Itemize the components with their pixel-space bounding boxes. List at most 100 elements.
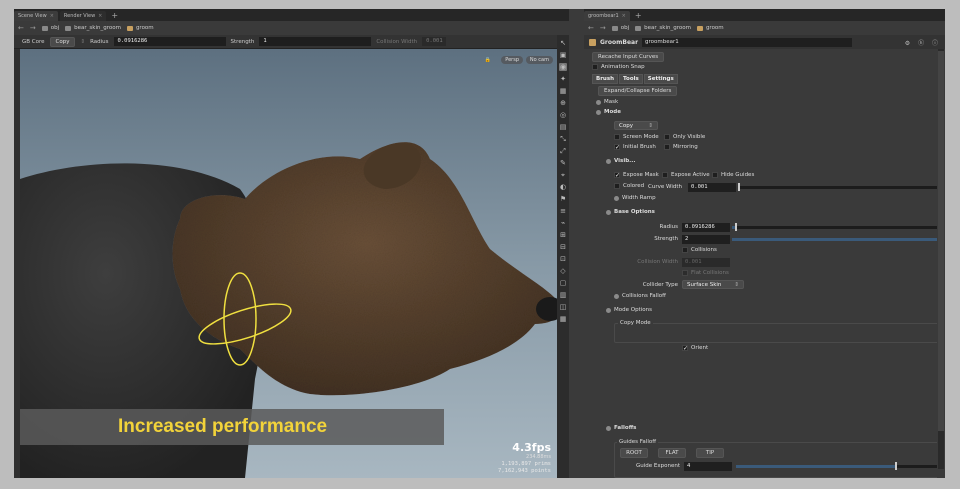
recache-button[interactable]: Recache Input Curves: [592, 52, 665, 62]
add-tab-icon[interactable]: +: [635, 11, 642, 21]
tool-icon[interactable]: ◇: [559, 267, 567, 275]
folder-toggle-icon[interactable]: [606, 307, 611, 313]
path-obj[interactable]: obj: [611, 25, 629, 31]
subtab-brush[interactable]: Brush: [592, 74, 619, 84]
radius-input[interactable]: 0.0916286: [113, 37, 226, 46]
folder-toggle-icon[interactable]: [614, 293, 619, 299]
parameter-scrollbar[interactable]: [938, 49, 944, 469]
tool-icon[interactable]: ⤢: [559, 147, 567, 155]
width-ramp-folder[interactable]: Width Ramp: [622, 195, 656, 201]
tab-scene-view[interactable]: Scene View ×: [14, 11, 58, 21]
animation-snap-checkbox[interactable]: [592, 64, 598, 70]
header-icons[interactable]: ⚙ ⓗ ⓘ: [905, 38, 941, 47]
close-icon[interactable]: ×: [98, 13, 102, 19]
add-tab-icon[interactable]: +: [111, 11, 118, 21]
slider-handle[interactable]: [894, 462, 897, 470]
3d-viewport[interactable]: 🔒 Persp No cam Increased performance 4.3…: [20, 49, 557, 478]
strength-slider[interactable]: [732, 238, 937, 241]
base-options-folder[interactable]: Base Options: [614, 209, 655, 215]
tool-icon[interactable]: ▢: [559, 279, 567, 287]
back-arrow-icon[interactable]: ←: [18, 24, 24, 32]
falloffs-folder[interactable]: Falloffs: [614, 425, 636, 431]
scrollbar-thumb[interactable]: [938, 51, 944, 431]
tool-icon[interactable]: ⌁: [559, 219, 567, 227]
radius-slider[interactable]: [732, 223, 937, 231]
tool-icon[interactable]: ⊟: [559, 243, 567, 251]
root-button[interactable]: ROOT: [620, 448, 648, 458]
slider-handle[interactable]: [735, 223, 738, 231]
subtab-tools[interactable]: Tools: [619, 74, 643, 84]
folder-toggle-icon[interactable]: [614, 195, 619, 201]
lock-icon[interactable]: ▣: [559, 51, 567, 59]
dropdown-icon[interactable]: ⇕: [80, 39, 85, 45]
collision-width-input[interactable]: 0.001: [682, 258, 730, 267]
select-icon[interactable]: ↖: [559, 39, 567, 47]
guide-exponent-slider[interactable]: [736, 462, 937, 470]
subtab-settings[interactable]: Settings: [643, 74, 678, 84]
collisions-checkbox[interactable]: [682, 247, 688, 253]
copy-mode-dropdown[interactable]: Copy ⇕: [614, 121, 658, 130]
screen-mode-checkbox[interactable]: [614, 134, 620, 140]
persp-menu[interactable]: Persp: [501, 56, 523, 64]
slider-handle[interactable]: [738, 183, 740, 191]
snap-icon[interactable]: ⊕: [559, 99, 567, 107]
path-groom[interactable]: groom: [696, 25, 724, 31]
visib-folder[interactable]: Visib...: [614, 158, 635, 164]
hide-guides-checkbox[interactable]: [712, 172, 718, 178]
tab-render-view[interactable]: Render View ×: [59, 11, 107, 21]
path-groom[interactable]: groom: [126, 25, 154, 31]
curve-width-input[interactable]: 0.001: [688, 183, 736, 192]
flat-button[interactable]: FLAT: [658, 448, 686, 458]
tool-icon[interactable]: ✎: [559, 159, 567, 167]
folder-toggle-icon[interactable]: [596, 109, 601, 115]
brush-icon[interactable]: ◉: [559, 63, 567, 71]
collisions-falloff-folder[interactable]: Collisions Falloff: [622, 293, 666, 299]
forward-arrow-icon[interactable]: →: [30, 24, 36, 32]
strength-input[interactable]: 2: [682, 235, 730, 244]
back-arrow-icon[interactable]: ←: [588, 24, 594, 32]
expand-collapse-button[interactable]: Expand/Collapse Folders: [598, 86, 678, 96]
display-icon[interactable]: ▤: [559, 123, 567, 131]
tool-icon[interactable]: ▦: [559, 315, 567, 323]
expose-mask-checkbox[interactable]: ✓: [614, 172, 620, 179]
strength-input[interactable]: 1: [259, 37, 372, 46]
colored-checkbox[interactable]: [614, 183, 620, 189]
tool-icon[interactable]: ≡: [559, 207, 567, 215]
path-obj[interactable]: obj: [41, 25, 59, 31]
close-icon[interactable]: ×: [622, 13, 626, 19]
tool-icon[interactable]: ◫: [559, 303, 567, 311]
path-bear-skin-groom[interactable]: bear_skin_groom: [65, 25, 121, 31]
tool-icon[interactable]: ⤡: [559, 135, 567, 143]
tab-groombear1[interactable]: groombear1 ×: [584, 11, 630, 21]
tool-icon[interactable]: ▥: [559, 291, 567, 299]
flat-collisions-checkbox[interactable]: [682, 270, 688, 276]
path-bear-skin-groom[interactable]: bear_skin_groom: [635, 25, 691, 31]
orient-checkbox[interactable]: ✓: [682, 345, 688, 352]
grid-icon[interactable]: ▦: [559, 87, 567, 95]
camera-menu[interactable]: No cam: [525, 56, 553, 64]
node-name-input[interactable]: groombear1: [642, 37, 853, 47]
folder-toggle-icon[interactable]: [596, 99, 601, 105]
copy-button[interactable]: Copy: [49, 36, 76, 47]
folder-toggle-icon[interactable]: [606, 425, 611, 431]
mirroring-checkbox[interactable]: [664, 144, 670, 150]
light-icon[interactable]: ✦: [559, 75, 567, 83]
expose-active-checkbox[interactable]: [662, 172, 668, 178]
tool-icon[interactable]: ⌖: [559, 171, 567, 179]
radius-input[interactable]: 0.0916286: [682, 223, 730, 232]
camera-icon[interactable]: ◎: [559, 111, 567, 119]
mode-folder[interactable]: Mode: [604, 109, 621, 115]
guide-exponent-input[interactable]: 4: [684, 462, 732, 471]
collision-width-input[interactable]: 0.001: [422, 37, 447, 46]
mask-folder[interactable]: Mask: [604, 99, 618, 105]
tool-icon[interactable]: ⚑: [559, 195, 567, 203]
forward-arrow-icon[interactable]: →: [600, 24, 606, 32]
tool-icon[interactable]: ⊡: [559, 255, 567, 263]
folder-toggle-icon[interactable]: [606, 209, 611, 215]
initial-brush-checkbox[interactable]: ✓: [614, 144, 620, 151]
close-icon[interactable]: ×: [50, 13, 54, 19]
mode-options-folder[interactable]: Mode Options: [614, 307, 652, 313]
folder-toggle-icon[interactable]: [606, 158, 611, 164]
tip-button[interactable]: TIP: [696, 448, 724, 458]
collider-type-dropdown[interactable]: Surface Skin ⇕: [682, 280, 744, 289]
